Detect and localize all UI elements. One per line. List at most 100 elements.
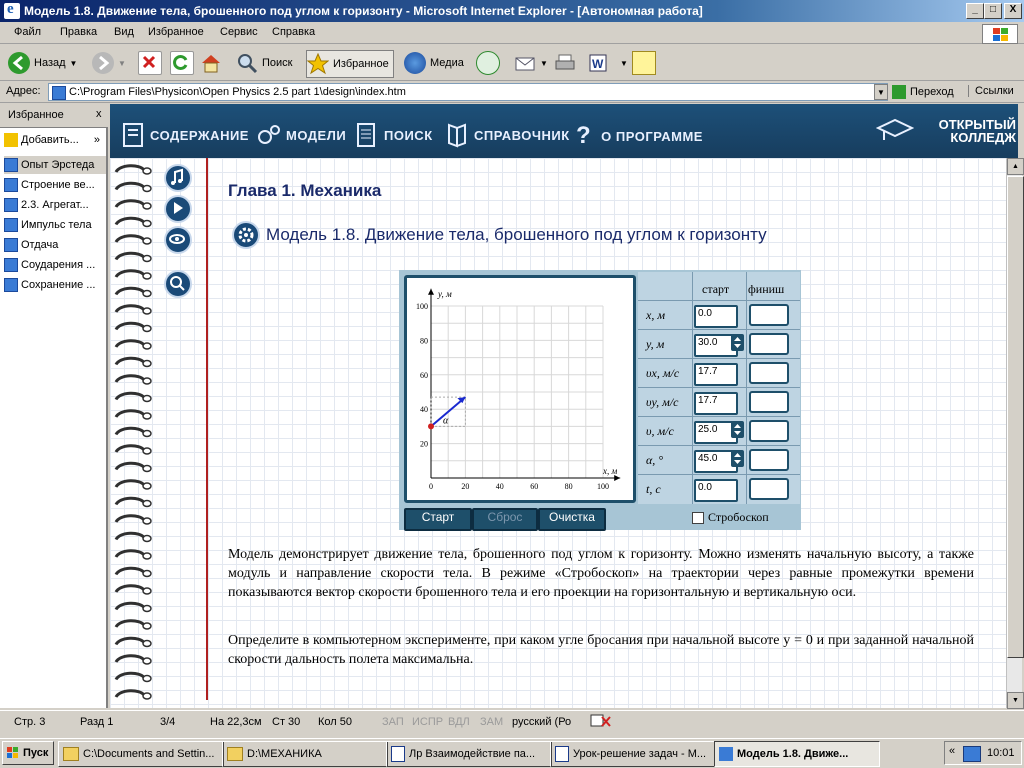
network-icon[interactable] [963, 746, 981, 762]
favorite-item[interactable]: Опыт Эрстеда [4, 156, 106, 174]
back-label: Назад [34, 57, 66, 69]
zoom-button[interactable] [164, 270, 192, 298]
start-value-input[interactable]: 0.0 [694, 305, 738, 328]
clear-button[interactable]: Очистка [538, 508, 606, 531]
nav-about-label: О ПРОГРАММЕ [601, 128, 703, 144]
y-tick-label: 100 [416, 302, 428, 311]
history-button[interactable] [476, 50, 500, 76]
system-tray: « 10:01 [944, 741, 1022, 765]
links-button[interactable]: Ссылки [968, 85, 1014, 97]
eye-button[interactable] [164, 226, 192, 254]
status-page: Стр. 3 [14, 716, 46, 728]
mail-button[interactable]: ▼ [514, 50, 548, 76]
sound-button[interactable] [164, 164, 192, 192]
menu-help[interactable]: Справка [272, 26, 315, 38]
reset-button[interactable]: Сброс [472, 508, 538, 531]
start-button[interactable]: Пуск [2, 741, 54, 765]
close-button[interactable]: X [1004, 3, 1022, 19]
nav-contents[interactable]: СОДЕРЖАНИЕ [122, 122, 249, 148]
title-bar: Модель 1.8. Движение тела, брошенного по… [0, 0, 1024, 22]
stroboscope-checkbox[interactable]: Стробоскоп [692, 510, 769, 525]
nav-reference[interactable]: СПРАВОЧНИК [446, 122, 570, 148]
go-arrow-icon [892, 85, 906, 99]
start-label: Пуск [23, 747, 49, 759]
scroll-thumb[interactable] [1007, 176, 1024, 658]
note-button[interactable] [632, 50, 656, 76]
search-button[interactable]: Поиск [236, 50, 292, 76]
model-title: Модель 1.8. Движение тела, брошенного по… [266, 225, 767, 244]
scroll-up-icon[interactable]: ▲ [1007, 158, 1024, 175]
refresh-icon [170, 51, 194, 75]
table-row-divider [638, 445, 800, 446]
history-icon [476, 51, 500, 75]
status-section: Разд 1 [80, 716, 114, 728]
checkbox-box[interactable] [692, 511, 704, 524]
word-icon: W [588, 52, 610, 74]
refresh-button[interactable] [170, 50, 194, 76]
nav-search-label: ПОИСК [384, 127, 433, 143]
favorite-item[interactable]: Строение ве... [4, 176, 106, 194]
favorites-close-icon[interactable]: x [96, 108, 102, 120]
page-icon [4, 258, 18, 272]
edit-dropdown-icon: ▼ [620, 58, 628, 68]
taskbar-item[interactable]: Урок-решение задач - М... [550, 741, 716, 767]
forward-button[interactable]: ▼ [92, 50, 126, 76]
favorite-item-label: Соударения ... [21, 259, 96, 271]
tray-expand-icon[interactable]: « [949, 745, 955, 757]
menu-favorites[interactable]: Избранное [148, 26, 204, 38]
menu-bar: Файл Правка Вид Избранное Сервис Справка [0, 22, 1024, 44]
media-label: Медиа [430, 57, 464, 69]
favorite-item[interactable]: Импульс тела [4, 216, 106, 234]
minimize-button[interactable]: _ [966, 3, 984, 19]
start-value-input[interactable]: 0.0 [694, 479, 738, 502]
menu-view[interactable]: Вид [114, 26, 134, 38]
nav-search[interactable]: ПОИСК [356, 122, 433, 148]
x-axis-label: x, м [602, 466, 617, 476]
start-value-input[interactable]: 17.7 [694, 363, 738, 386]
scroll-down-icon[interactable]: ▼ [1007, 692, 1024, 709]
trajectory-graph[interactable]: 100 80 60 40 20 0 20 40 60 80 100 y, м x, м α [404, 275, 636, 503]
taskbar-item[interactable]: C:\Documents and Settin... [58, 741, 224, 767]
start-value-input[interactable]: 17.7 [694, 392, 738, 415]
spinner-arrows-icon[interactable] [731, 421, 744, 438]
finish-value-field [749, 333, 789, 355]
address-input[interactable]: C:\Program Files\Physicon\Open Physics 2… [48, 83, 888, 101]
media-button[interactable]: Медиа [404, 50, 464, 76]
taskbar-item-active[interactable]: Модель 1.8. Движе... [714, 741, 880, 767]
search-doc-icon [357, 123, 375, 147]
maximize-button[interactable]: □ [984, 3, 1002, 19]
start-button[interactable]: Старт [404, 508, 472, 531]
menu-file[interactable]: Файл [14, 26, 41, 38]
taskbar-item[interactable]: D:\МЕХАНИКА [222, 741, 388, 767]
spinner-arrows-icon[interactable] [731, 450, 744, 467]
menu-tools[interactable]: Сервис [220, 26, 258, 38]
page-icon [4, 158, 18, 172]
table-row-divider [638, 416, 800, 417]
favorite-item[interactable]: Отдача [4, 236, 106, 254]
stop-button[interactable] [138, 50, 162, 76]
go-button[interactable]: Переход [892, 84, 954, 100]
print-button[interactable] [554, 50, 576, 76]
favorite-item[interactable]: Сохранение ... [4, 276, 106, 294]
nav-about[interactable]: ? О ПРОГРАММЕ [576, 122, 703, 150]
y-axis-label: y, м [437, 289, 452, 299]
back-button[interactable]: Назад ▼ [8, 50, 77, 76]
nav-models[interactable]: МОДЕЛИ [256, 122, 346, 148]
favorites-button[interactable]: Избранное [306, 50, 394, 78]
y-tick-label: 60 [420, 371, 428, 380]
home-button[interactable] [200, 50, 222, 76]
spelling-icon[interactable] [590, 713, 612, 729]
play-model-button[interactable] [164, 195, 192, 223]
favorite-item[interactable]: Соударения ... [4, 256, 106, 274]
spinner-arrows-icon[interactable] [731, 334, 744, 351]
table-row-label: υy, м/с [646, 395, 679, 409]
edit-word-button[interactable]: W ▼ [588, 50, 628, 76]
address-dropdown-icon[interactable]: ▼ [874, 84, 888, 100]
favorites-add-button[interactable]: Добавить... » [4, 129, 106, 151]
vertical-scrollbar[interactable]: ▲ ▼ [1006, 158, 1024, 709]
margin-line [206, 158, 208, 700]
favorite-item[interactable]: 2.3. Агрегат... [4, 196, 106, 214]
x-tick-label: 80 [565, 482, 573, 491]
menu-edit[interactable]: Правка [60, 26, 97, 38]
taskbar-item[interactable]: Лр Взаимодействие па... [386, 741, 552, 767]
